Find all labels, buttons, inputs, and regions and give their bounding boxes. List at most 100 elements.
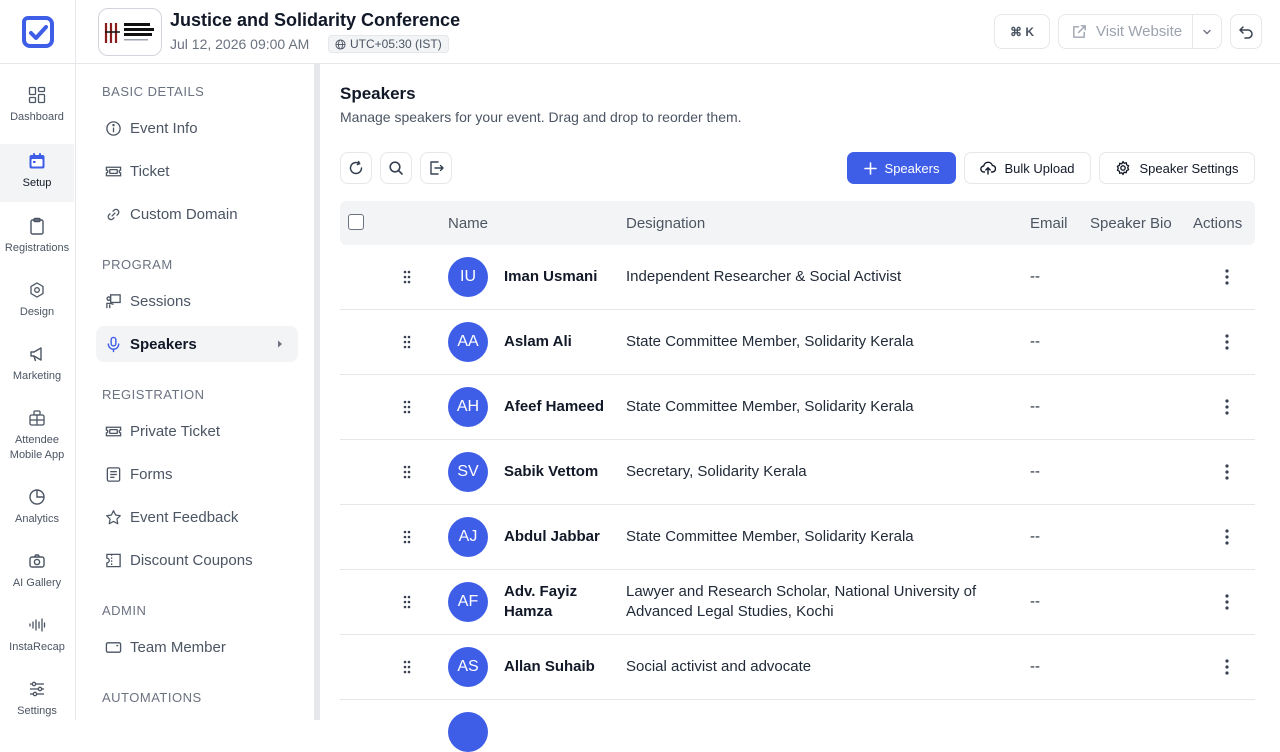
table-row[interactable]: IU Iman Usmani Independent Researcher & So… <box>340 245 1255 310</box>
subnav-item-discount-coupons[interactable]: Discount Coupons <box>96 542 298 578</box>
table-row[interactable]: AS Allan Suhaib Social activist and advoca… <box>340 635 1255 700</box>
column-email[interactable]: Email <box>1030 215 1068 232</box>
bulk-upload-button[interactable]: Bulk Upload <box>964 152 1091 184</box>
drag-handle-icon[interactable] <box>403 335 411 349</box>
speaker-name: Sabik Vettom <box>504 463 599 480</box>
drag-handle-icon[interactable] <box>403 465 411 479</box>
presenter-icon <box>106 293 121 308</box>
avatar: IU <box>448 257 488 297</box>
speakers-table-header: Name Designation Email Speaker Bio Actio… <box>340 201 1255 245</box>
rail-item-marketing[interactable]: Marketing <box>0 345 74 403</box>
bulk-upload-label: Bulk Upload <box>1004 160 1075 176</box>
more-options-icon[interactable] <box>1224 398 1230 416</box>
visit-website-button[interactable]: Visit Website <box>1059 15 1193 48</box>
subnav-label: Discount Coupons <box>130 551 253 569</box>
table-row[interactable]: AA Aslam Ali State Committee Member, Solid… <box>340 310 1255 375</box>
more-options-icon[interactable] <box>1224 268 1230 286</box>
command-palette-button[interactable]: ⌘ K <box>994 14 1050 49</box>
gear-icon <box>1117 160 1130 176</box>
avatar: AH <box>448 387 488 427</box>
rail-item-registrations[interactable]: Registrations <box>0 217 74 275</box>
table-row[interactable]: AJ Abdul Jabbar State Committee Member, So… <box>340 505 1255 570</box>
drag-handle-icon[interactable] <box>403 400 411 414</box>
rail-item-instarecap[interactable]: InstaRecap <box>0 616 74 674</box>
team-card-icon <box>105 641 122 653</box>
subnav-item-event-info[interactable]: Event Info <box>96 110 298 146</box>
speaker-name: Afeef Hameed <box>504 398 605 415</box>
subnav-label: Ticket <box>130 162 170 180</box>
select-all-checkbox[interactable] <box>348 214 364 230</box>
section-program: PROGRAM <box>102 257 173 272</box>
column-name[interactable]: Name <box>448 215 488 232</box>
rail-item-analytics[interactable]: Analytics <box>0 488 74 546</box>
drag-handle-icon[interactable] <box>403 595 411 609</box>
more-options-icon[interactable] <box>1224 333 1230 351</box>
rail-item-setup[interactable]: Setup <box>0 144 74 202</box>
subnav-item-team-member[interactable]: Team Member <box>96 629 298 665</box>
search-icon <box>389 161 403 175</box>
dashboard-icon <box>28 86 46 104</box>
event-logo-image <box>104 23 154 43</box>
speaker-name: Allan Suhaib <box>504 658 595 675</box>
section-admin: ADMIN <box>102 603 147 618</box>
external-link-icon <box>1073 25 1086 38</box>
subnav-item-sessions[interactable]: Sessions <box>96 283 298 319</box>
table-row[interactable]: SV Sabik Vettom Secretary, Solidarity Kera… <box>340 440 1255 505</box>
undo-button[interactable] <box>1230 14 1262 49</box>
table-row[interactable]: AF Adv. Fayiz Hamza Lawyer and Research Sc… <box>340 570 1255 635</box>
ticket-icon <box>105 166 122 176</box>
rail-item-settings[interactable]: Settings <box>0 680 74 720</box>
app-logo[interactable] <box>0 0 76 64</box>
rail-label: Registrations <box>4 242 70 254</box>
camera-icon <box>29 554 45 568</box>
export-button[interactable] <box>420 152 452 184</box>
pie-chart-icon <box>29 489 45 505</box>
chevron-down-icon <box>1203 29 1211 34</box>
avatar: AA <box>448 322 488 362</box>
event-logo[interactable] <box>98 8 162 56</box>
coupon-icon <box>106 553 121 567</box>
rail-item-design[interactable]: Design <box>0 281 74 339</box>
drag-handle-icon[interactable] <box>403 660 411 674</box>
subnav-label: Private Ticket <box>130 422 221 440</box>
event-date: Jul 12, 2026 09:00 AM <box>170 36 310 52</box>
visit-website-label: Visit Website <box>1096 23 1183 40</box>
subnav-item-private-ticket[interactable]: Private Ticket <box>96 413 298 449</box>
more-options-icon[interactable] <box>1224 658 1230 676</box>
more-options-icon[interactable] <box>1224 528 1230 546</box>
rail-item-dashboard[interactable]: Dashboard <box>0 86 74 144</box>
search-button[interactable] <box>380 152 412 184</box>
more-options-icon[interactable] <box>1224 463 1230 481</box>
avatar <box>448 712 488 752</box>
speaker-designation: Secretary, Solidarity Kerala <box>626 463 807 480</box>
rail-item-attendee-mobile-app[interactable]: Attendee Mobile App <box>0 409 74 473</box>
speaker-name: Abdul Jabbar <box>504 528 600 545</box>
visit-website-dropdown[interactable] <box>1193 27 1221 37</box>
drag-handle-icon[interactable] <box>403 270 411 284</box>
column-designation[interactable]: Designation <box>626 215 705 232</box>
speaker-email: -- <box>1030 398 1040 415</box>
subnav-item-custom-domain[interactable]: Custom Domain <box>96 196 298 232</box>
speaker-email: -- <box>1030 593 1040 610</box>
rail-label: Analytics <box>14 513 60 525</box>
rail-item-ai-gallery[interactable]: AI Gallery <box>0 552 74 610</box>
refresh-button[interactable] <box>340 152 372 184</box>
avatar: AS <box>448 647 488 687</box>
subnav-item-forms[interactable]: Forms <box>96 456 298 492</box>
table-row[interactable]: AH Afeef Hameed State Committee Member, So… <box>340 375 1255 440</box>
rail-label: InstaRecap <box>9 641 65 653</box>
drag-handle-icon[interactable] <box>403 530 411 544</box>
speaker-settings-button[interactable]: Speaker Settings <box>1099 152 1255 184</box>
speaker-designation: State Committee Member, Solidarity Keral… <box>626 398 914 415</box>
subnav-item-speakers[interactable]: Speakers <box>96 326 298 362</box>
more-options-icon[interactable] <box>1224 593 1230 611</box>
add-speaker-button[interactable]: Speakers <box>847 152 956 184</box>
app-logo-icon <box>21 16 54 48</box>
visit-website-control: Visit Website <box>1058 14 1222 49</box>
speaker-email: -- <box>1030 463 1040 480</box>
subnav-label: Forms <box>130 465 173 483</box>
subnav-item-event-feedback[interactable]: Event Feedback <box>96 499 298 535</box>
subnav-item-ticket[interactable]: Ticket <box>96 153 298 189</box>
column-speaker-bio[interactable]: Speaker Bio <box>1090 215 1172 232</box>
sliders-icon <box>30 681 44 697</box>
